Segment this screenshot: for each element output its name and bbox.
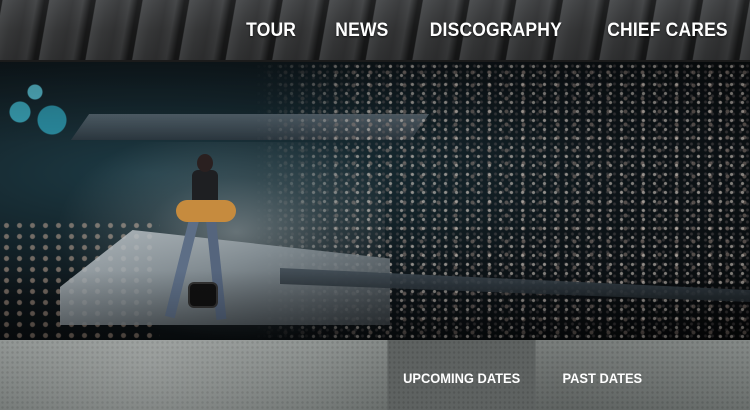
hero-concert-image bbox=[0, 62, 750, 340]
nav-item-news[interactable]: NEWS bbox=[319, 0, 403, 62]
tour-tabs: UPCOMING DATES PAST DATES bbox=[381, 340, 663, 410]
top-navigation-bar: TOUR NEWS DISCOGRAPHY CHIEF CARES bbox=[0, 0, 750, 62]
tab-past-dates[interactable]: PAST DATES bbox=[547, 340, 658, 410]
tab-upcoming-dates[interactable]: UPCOMING DATES bbox=[387, 340, 536, 410]
nav-item-chief-cares[interactable]: CHIEF CARES bbox=[592, 0, 744, 62]
main-nav: TOUR NEWS DISCOGRAPHY CHIEF CARES bbox=[227, 0, 750, 62]
nav-item-tour[interactable]: TOUR bbox=[231, 0, 312, 62]
nav-item-discography[interactable]: DISCOGRAPHY bbox=[414, 0, 577, 62]
tour-tabs-bar: UPCOMING DATES PAST DATES bbox=[0, 340, 750, 410]
hero-shade bbox=[0, 62, 750, 340]
